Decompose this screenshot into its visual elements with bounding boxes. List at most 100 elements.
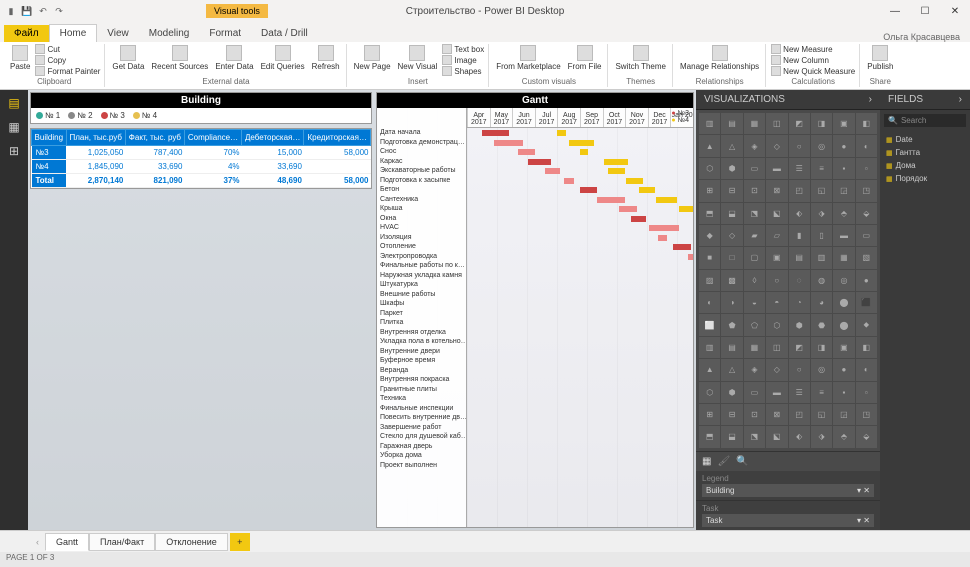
paste-button[interactable]: Paste <box>8 44 32 72</box>
viz-type-icon[interactable]: ◱ <box>811 404 832 425</box>
viz-type-icon[interactable]: ⬕ <box>766 203 787 224</box>
viz-type-icon[interactable]: ◩ <box>789 113 810 134</box>
viz-type-icon[interactable]: ▯ <box>811 225 832 246</box>
viz-type-icon[interactable]: ◰ <box>789 404 810 425</box>
tab-datadrill[interactable]: Data / Drill <box>251 25 318 42</box>
gantt-bar[interactable] <box>631 216 647 222</box>
viz-type-icon[interactable]: ▦ <box>744 337 765 358</box>
viz-type-icon[interactable]: ⬤ <box>833 292 854 313</box>
viz-type-icon[interactable]: ◇ <box>766 135 787 156</box>
viz-type-icon[interactable]: ◎ <box>811 359 832 380</box>
viz-type-icon[interactable]: ⬓ <box>721 426 742 447</box>
viz-type-icon[interactable]: ▣ <box>833 113 854 134</box>
viz-type-icon[interactable]: ◎ <box>833 270 854 291</box>
viz-type-icon[interactable]: ◧ <box>856 113 877 134</box>
new-visual-button[interactable]: New Visual <box>396 44 440 72</box>
table-header[interactable]: Факт, тыс. руб <box>125 130 184 146</box>
chevron-right-icon[interactable]: › <box>869 94 872 105</box>
table-header[interactable]: План, тыс.руб <box>66 130 125 146</box>
prev-page-icon[interactable]: ‹ <box>30 537 45 547</box>
pane-header-fields[interactable]: FIELDS› <box>880 90 970 110</box>
viz-type-icon[interactable]: ⬒ <box>699 203 720 224</box>
viz-type-icon[interactable]: ⊠ <box>766 404 787 425</box>
new-page-button[interactable]: New Page <box>352 44 393 72</box>
viz-type-icon[interactable]: ▲ <box>699 135 720 156</box>
text-box-button[interactable]: Text box <box>442 44 484 54</box>
publish-button[interactable]: Publish <box>865 44 895 72</box>
well-task[interactable]: Task▾ ✕ <box>702 514 874 527</box>
gantt-bar[interactable] <box>608 168 625 174</box>
viz-type-icon[interactable]: ⊡ <box>744 180 765 201</box>
format-tab-icon[interactable]: 🖌 <box>717 456 730 467</box>
tab-home[interactable]: Home <box>49 24 98 42</box>
tab-modeling[interactable]: Modeling <box>139 25 200 42</box>
viz-type-icon[interactable]: ○ <box>766 270 787 291</box>
viz-type-icon[interactable]: ⬜ <box>699 314 720 335</box>
contextual-tab[interactable]: Visual tools <box>206 4 268 18</box>
gantt-bar[interactable] <box>649 225 679 231</box>
viz-type-icon[interactable]: ▬ <box>833 225 854 246</box>
fields-tab-icon[interactable]: ▦ <box>702 456 711 467</box>
viz-type-icon[interactable]: ◐ <box>856 135 877 156</box>
table-header[interactable]: Compliance… <box>184 130 241 146</box>
viz-type-icon[interactable]: ⬕ <box>766 426 787 447</box>
viz-type-icon[interactable]: ⬡ <box>766 314 787 335</box>
viz-type-icon[interactable]: ▬ <box>766 158 787 179</box>
viz-type-icon[interactable]: ◑ <box>721 292 742 313</box>
new-measure-button[interactable]: New Measure <box>771 44 855 54</box>
viz-type-icon[interactable]: ▩ <box>721 270 742 291</box>
viz-type-icon[interactable]: ◩ <box>789 337 810 358</box>
data-view-icon[interactable]: ▦ <box>6 120 22 136</box>
field-table[interactable]: ▦Гантта <box>886 146 964 159</box>
viz-type-icon[interactable]: ◲ <box>833 404 854 425</box>
pane-header-viz[interactable]: VISUALIZATIONS› <box>696 90 880 110</box>
edit-queries-button[interactable]: Edit Queries <box>259 44 307 72</box>
gantt-bar[interactable] <box>545 168 561 174</box>
tab-file[interactable]: Файл <box>4 25 49 42</box>
gantt-bar[interactable] <box>673 244 691 250</box>
viz-type-icon[interactable]: ◍ <box>811 270 832 291</box>
viz-type-icon[interactable]: ▣ <box>766 247 787 268</box>
gantt-bar[interactable] <box>580 149 588 155</box>
viz-type-icon[interactable]: ◱ <box>811 180 832 201</box>
viz-type-icon[interactable]: ▲ <box>699 359 720 380</box>
viz-type-icon[interactable]: ⬙ <box>856 426 877 447</box>
manage-relationships-button[interactable]: Manage Relationships <box>678 44 761 72</box>
field-table[interactable]: ▦Date <box>886 133 964 146</box>
new-quick-measure-button[interactable]: New Quick Measure <box>771 66 855 76</box>
gantt-bar[interactable] <box>482 130 509 136</box>
tab-view[interactable]: View <box>97 25 139 42</box>
gantt-bar[interactable] <box>569 140 594 146</box>
viz-type-icon[interactable]: ▮ <box>789 225 810 246</box>
copy-button[interactable]: Copy <box>35 55 100 65</box>
get-data-button[interactable]: Get Data <box>110 44 146 72</box>
viz-type-icon[interactable]: ▤ <box>721 113 742 134</box>
viz-type-icon[interactable]: ⬗ <box>811 426 832 447</box>
format-painter-button[interactable]: Format Painter <box>35 66 100 76</box>
new-column-button[interactable]: New Column <box>771 55 855 65</box>
viz-type-icon[interactable]: ▱ <box>766 225 787 246</box>
viz-type-icon[interactable]: ⬡ <box>699 382 720 403</box>
viz-type-icon[interactable]: ◐ <box>856 359 877 380</box>
refresh-button[interactable]: Refresh <box>310 44 342 72</box>
viz-type-icon[interactable]: ◐ <box>699 292 720 313</box>
viz-type-icon[interactable]: ⊞ <box>699 404 720 425</box>
viz-type-icon[interactable]: ⊟ <box>721 180 742 201</box>
recent-sources-button[interactable]: Recent Sources <box>149 44 210 72</box>
viz-type-icon[interactable]: ○ <box>789 359 810 380</box>
viz-type-icon[interactable]: ▥ <box>699 113 720 134</box>
gantt-bar[interactable] <box>656 197 676 203</box>
viz-type-icon[interactable]: ▤ <box>721 337 742 358</box>
viz-type-icon[interactable]: ≡ <box>811 158 832 179</box>
viz-type-icon[interactable]: ▭ <box>856 225 877 246</box>
gantt-bar[interactable] <box>597 197 625 203</box>
viz-type-icon[interactable]: ◰ <box>789 180 810 201</box>
viz-type-icon[interactable]: ⬥ <box>856 314 877 335</box>
viz-type-icon[interactable]: ▰ <box>744 225 765 246</box>
viz-type-icon[interactable]: ⬢ <box>721 382 742 403</box>
viz-type-icon[interactable]: ◲ <box>833 180 854 201</box>
report-view-icon[interactable]: ▤ <box>6 96 22 112</box>
viz-type-icon[interactable]: ▬ <box>766 382 787 403</box>
cut-button[interactable]: Cut <box>35 44 100 54</box>
page-tab[interactable]: План/Факт <box>89 533 155 551</box>
